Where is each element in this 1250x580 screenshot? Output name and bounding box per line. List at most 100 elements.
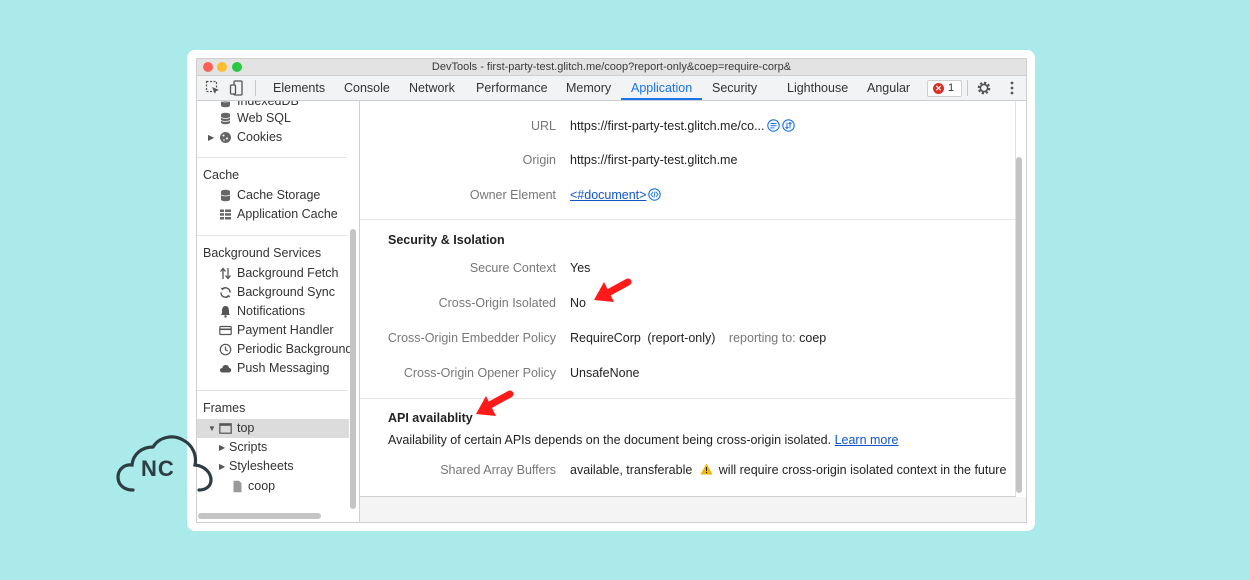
shared-array-buffers-warning: will require cross-origin isolated conte… (718, 463, 1007, 477)
sidebar-heading-frames: Frames (203, 401, 246, 415)
card-icon (219, 325, 232, 336)
secure-context-value: Yes (570, 261, 591, 275)
toolbar-separator (967, 80, 968, 96)
sidebar-item-frame-top[interactable]: ▼ top (197, 419, 349, 438)
origin-value: https://first-party-test.glitch.me (570, 153, 738, 167)
tab-memory[interactable]: Memory (566, 76, 611, 100)
coop-value: UnsafeNone (570, 366, 640, 380)
coep-mode: (report-only) (647, 331, 716, 345)
tab-performance[interactable]: Performance (476, 76, 548, 100)
url-label: URL (530, 119, 556, 133)
sidebar-item-payment-handler[interactable]: Payment Handler (197, 321, 349, 340)
frame-icon (219, 423, 232, 434)
sidebar-heading-cache: Cache (203, 168, 240, 182)
tab-elements[interactable]: Elements (273, 76, 325, 100)
panel-footer (360, 497, 1026, 522)
sidebar-item-application-cache[interactable]: Application Cache (197, 205, 349, 224)
tab-angular[interactable]: Angular (867, 76, 910, 100)
tab-console[interactable]: Console (344, 76, 390, 100)
error-icon: ✕ (933, 83, 944, 94)
nc-cloud-logo: NC (115, 432, 215, 496)
tab-lighthouse[interactable]: Lighthouse (787, 76, 848, 100)
tab-security[interactable]: Security (712, 76, 757, 100)
sidebar-item-push-messaging[interactable]: Push Messaging (197, 359, 349, 378)
api-availability-description: Availability of certain APIs depends on … (388, 433, 899, 447)
coep-value: RequireCorp (report-only) reporting to: … (570, 331, 826, 345)
sidebar-item-cookies[interactable]: ▶ Cookies (197, 128, 349, 147)
sidebar-item-scripts[interactable]: ▶ Scripts (197, 438, 349, 457)
up-down-arrows-icon (220, 267, 231, 280)
sidebar-item-file-coop[interactable]: coop (197, 477, 349, 496)
section-divider (360, 398, 1015, 399)
logo-text: NC (141, 456, 175, 481)
grid-icon (220, 209, 231, 220)
expand-triangle-icon[interactable]: ▶ (208, 128, 214, 147)
sidebar-item-stylesheets[interactable]: ▶ Stylesheets (197, 457, 349, 476)
cookie-icon (220, 132, 231, 143)
shared-array-buffers-value: available, transferable will require cro… (570, 463, 1007, 477)
sidebar-item-notifications[interactable]: Notifications (197, 302, 349, 321)
annotation-arrow-icon (594, 278, 632, 302)
inspect-icon[interactable] (205, 80, 221, 96)
sidebar-divider (197, 157, 347, 158)
database-icon (220, 189, 231, 202)
cross-origin-isolated-value: No (570, 296, 586, 310)
database-icon (220, 112, 231, 125)
error-count-badge[interactable]: ✕ 1 (927, 80, 962, 97)
sidebar-divider (197, 235, 347, 236)
origin-label: Origin (522, 153, 556, 167)
device-toggle-icon[interactable] (229, 80, 245, 96)
application-sidebar: IndexedDB Web SQL ▶ Cookies Cache Cache … (197, 101, 360, 522)
shared-array-buffers-label: Shared Array Buffers (440, 463, 556, 477)
sidebar-item-periodic-background[interactable]: Periodic Background (197, 340, 352, 359)
devtools-tab-bar: Elements Console Network Performance Mem… (197, 76, 1026, 101)
tab-network[interactable]: Network (409, 76, 455, 100)
database-icon (220, 101, 231, 108)
gear-icon[interactable] (976, 80, 992, 96)
sidebar-vertical-scrollbar[interactable] (350, 229, 356, 509)
coep-reporting-endpoint: coep (799, 331, 827, 345)
bell-icon (220, 306, 231, 318)
frame-details-content: URL https://first-party-test.glitch.me/c… (360, 101, 1016, 497)
owner-element-value: <#document> (570, 188, 662, 202)
url-value: https://first-party-test.glitch.me/co... (570, 119, 795, 133)
coep-reporting-label: reporting to: (728, 331, 796, 345)
sidebar-horizontal-scrollbar[interactable] (198, 513, 321, 519)
annotation-arrow-icon (476, 390, 514, 416)
sidebar-item-background-fetch[interactable]: Background Fetch (197, 264, 349, 283)
reveal-in-network-icon[interactable] (781, 119, 795, 132)
toolbar-separator (255, 80, 256, 96)
expand-triangle-icon[interactable]: ▶ (219, 438, 225, 457)
more-vertical-icon[interactable] (1004, 80, 1020, 96)
security-isolation-title: Security & Isolation (388, 233, 505, 247)
reveal-in-elements-icon[interactable] (648, 188, 662, 201)
sidebar-item-web-sql[interactable]: Web SQL (197, 109, 349, 128)
frame-details-panel: URL https://first-party-test.glitch.me/c… (360, 101, 1026, 522)
owner-element-link[interactable]: <#document> (570, 188, 646, 202)
tab-application[interactable]: Application (620, 76, 703, 100)
coep-label: Cross-Origin Embedder Policy (387, 331, 556, 345)
warning-icon (700, 463, 713, 475)
expand-triangle-icon[interactable]: ▶ (219, 457, 225, 476)
sidebar-heading-background-services: Background Services (203, 246, 322, 260)
copy-icon[interactable] (766, 119, 780, 132)
clock-icon (219, 343, 232, 356)
api-availability-title: API availablity (388, 411, 473, 425)
learn-more-link[interactable]: Learn more (835, 433, 899, 447)
owner-element-label: Owner Element (469, 188, 556, 202)
error-count: 1 (948, 82, 955, 94)
sync-icon (220, 287, 231, 298)
sidebar-item-background-sync[interactable]: Background Sync (197, 283, 349, 302)
sidebar-item-cache-storage[interactable]: Cache Storage (197, 186, 349, 205)
secure-context-label: Secure Context (469, 261, 556, 275)
coop-label: Cross-Origin Opener Policy (403, 366, 556, 380)
file-icon (233, 480, 242, 493)
main-vertical-scrollbar[interactable] (1016, 157, 1022, 493)
sidebar-divider (197, 390, 347, 391)
section-divider (360, 219, 1015, 220)
title-bar: DevTools - first-party-test.glitch.me/co… (197, 59, 1026, 76)
window-title: DevTools - first-party-test.glitch.me/co… (431, 61, 792, 73)
cross-origin-isolated-label: Cross-Origin Isolated (438, 296, 556, 310)
cloud-icon (219, 365, 232, 373)
coep-policy: RequireCorp (570, 331, 641, 345)
